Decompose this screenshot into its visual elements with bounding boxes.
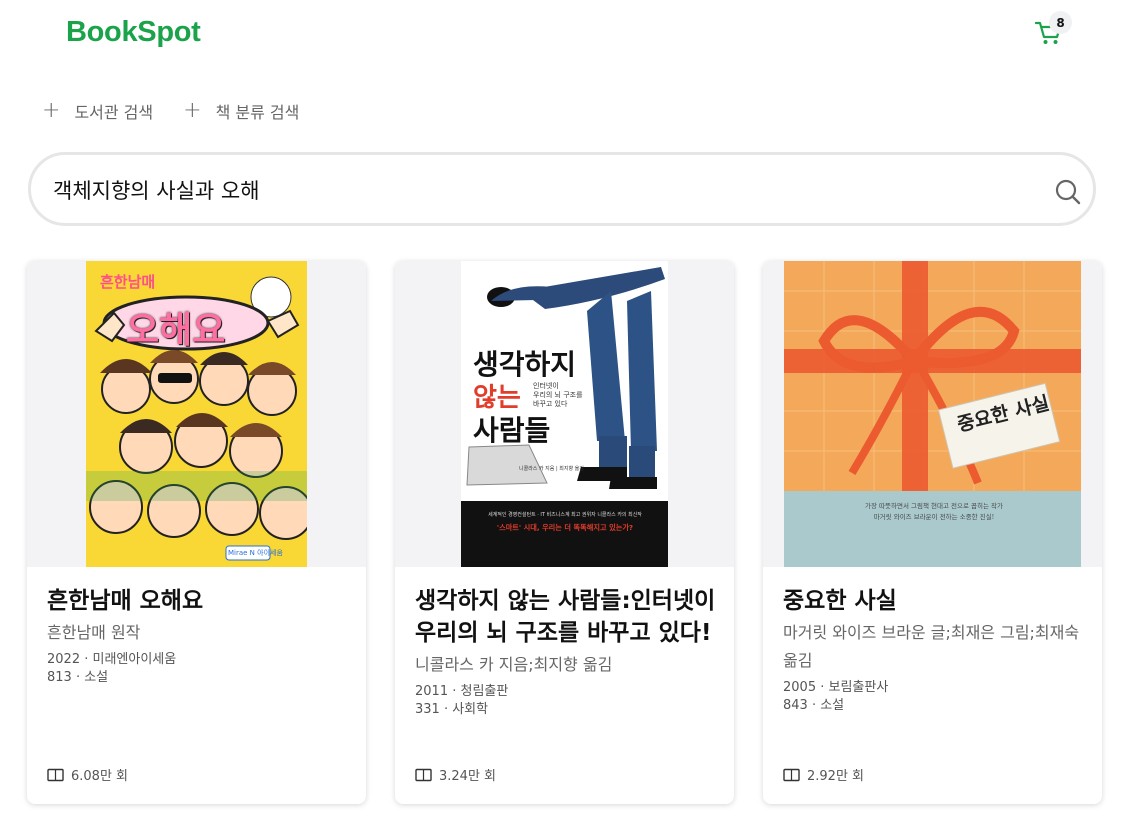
book-cover-subtitle-line1: 인터넷이 bbox=[533, 382, 559, 390]
book-card[interactable]: 중요한 사실 가장 따뜻하면서 그림책 현대고 전으로 꼽히는 작가 마거릿 와… bbox=[763, 261, 1102, 804]
read-count-value: 2.92만 회 bbox=[807, 769, 864, 784]
book-classification: 331 · 사회학 bbox=[415, 702, 489, 717]
book-cover: 생각하지 않는 사람들 인터넷이 우리의 뇌 구조를 바꾸고 있다 니콜라스 카… bbox=[461, 261, 668, 567]
book-author: 마거릿 와이즈 브라운 글;최재은 그림;최재숙 옮김 bbox=[783, 623, 1080, 670]
book-card[interactable]: 흔한남매 오해요 Mirae N 아이세움 흔한남매 오해요 흔한남매 원작 2… bbox=[27, 261, 366, 804]
book-cover-blurb: 가장 따뜻하면서 그림책 현대고 전으로 꼽히는 작가 마거릿 와이즈 브라운이… bbox=[804, 501, 1064, 523]
library-search-label: 도서관 검색 bbox=[74, 103, 154, 122]
book-cover-publisher: Mirae N 아이세움 bbox=[228, 549, 283, 557]
book-author: 흔한남매 원작 bbox=[47, 623, 141, 642]
cart-button[interactable]: 8 bbox=[1033, 11, 1072, 49]
book-title: 흔한남매 오해요 bbox=[47, 588, 204, 614]
book-cover-area: 흔한남매 오해요 Mirae N 아이세움 bbox=[27, 261, 366, 567]
book-cover-blurb: 세계적인 경영컨설턴트 · IT 비즈니스계 최고 권위자 니콜라스 카의 최신… bbox=[488, 512, 642, 518]
book-cover: 중요한 사실 가장 따뜻하면서 그림책 현대고 전으로 꼽히는 작가 마거릿 와… bbox=[784, 261, 1081, 567]
book-author: 니콜라스 카 지음;최지향 옮김 bbox=[415, 655, 613, 674]
search-filters: + 도서관 검색 + 책 분류 검색 bbox=[42, 99, 299, 123]
book-cover-authors: 니콜라스 카 지음 | 최지향 옮김 bbox=[519, 466, 584, 472]
book-cover-subtitle: 인터넷이 우리의 뇌 구조를 바꾸고 있다 bbox=[533, 382, 583, 409]
book-year-publisher: 2005 · 보림출판사 bbox=[783, 680, 889, 695]
book-year-publisher: 2022 · 미래엔아이세움 bbox=[47, 652, 177, 667]
search-input[interactable] bbox=[51, 155, 1015, 225]
read-count: 3.24만 회 bbox=[415, 765, 496, 784]
book-title: 생각하지 않는 사람들:인터넷이 우리의 뇌 구조를 바꾸고 있다! bbox=[415, 588, 716, 646]
book-cover-blurb-line1: 가장 따뜻하면서 그림책 현대고 전으로 꼽히는 작가 bbox=[865, 502, 1003, 510]
read-count-value: 3.24만 회 bbox=[439, 769, 496, 784]
read-count: 6.08만 회 bbox=[47, 765, 128, 784]
book-cover-tagline: '스마트' 시대, 우리는 더 똑똑해지고 있는가? bbox=[496, 523, 634, 532]
book-cover-area: 중요한 사실 가장 따뜻하면서 그림책 현대고 전으로 꼽히는 작가 마거릿 와… bbox=[763, 261, 1102, 567]
read-count: 2.92만 회 bbox=[783, 765, 864, 784]
category-search-label: 책 분류 검색 bbox=[215, 103, 300, 122]
book-year-publisher: 2011 · 청림출판 bbox=[415, 684, 509, 699]
book-icon bbox=[415, 768, 432, 781]
book-cover-subtitle-line2: 우리의 뇌 구조를 bbox=[533, 391, 583, 399]
search-bar bbox=[28, 152, 1096, 226]
book-cover: 흔한남매 오해요 Mirae N 아이세움 bbox=[86, 261, 307, 567]
book-cover-blurb-line2: 마거릿 와이즈 브라운이 전하는 소중한 진실! bbox=[873, 513, 995, 521]
book-card-body: 생각하지 않는 사람들:인터넷이 우리의 뇌 구조를 바꾸고 있다! 니콜라스 … bbox=[415, 585, 718, 719]
book-cover-title-line3: 사람들 bbox=[473, 414, 551, 447]
book-cover-brand: 흔한남매 bbox=[100, 273, 156, 291]
book-classification: 843 · 소설 bbox=[783, 698, 845, 713]
category-search-filter[interactable]: + 책 분류 검색 bbox=[183, 99, 299, 123]
read-count-value: 6.08만 회 bbox=[71, 769, 128, 784]
search-icon[interactable] bbox=[1054, 178, 1082, 206]
book-cover-subtitle-line3: 바꾸고 있다 bbox=[533, 400, 568, 408]
plus-icon: + bbox=[42, 98, 61, 123]
book-card-body: 중요한 사실 마거릿 와이즈 브라운 글;최재은 그림;최재숙 옮김 2005 … bbox=[783, 585, 1086, 715]
library-search-filter[interactable]: + 도서관 검색 bbox=[42, 99, 153, 123]
bookspot-logo[interactable]: BookSpot bbox=[66, 16, 201, 49]
book-title: 중요한 사실 bbox=[783, 588, 897, 614]
book-classification: 813 · 소설 bbox=[47, 670, 109, 685]
book-card-body: 흔한남매 오해요 흔한남매 원작 2022 · 미래엔아이세움 813 · 소설 bbox=[47, 585, 350, 687]
cart-count-badge: 8 bbox=[1049, 11, 1072, 34]
book-cover-title: 오해요 bbox=[126, 310, 226, 351]
book-card[interactable]: 생각하지 않는 사람들 인터넷이 우리의 뇌 구조를 바꾸고 있다 니콜라스 카… bbox=[395, 261, 734, 804]
book-icon bbox=[783, 768, 800, 781]
book-icon bbox=[47, 768, 64, 781]
book-cover-area: 생각하지 않는 사람들 인터넷이 우리의 뇌 구조를 바꾸고 있다 니콜라스 카… bbox=[395, 261, 734, 567]
plus-icon: + bbox=[183, 98, 202, 123]
